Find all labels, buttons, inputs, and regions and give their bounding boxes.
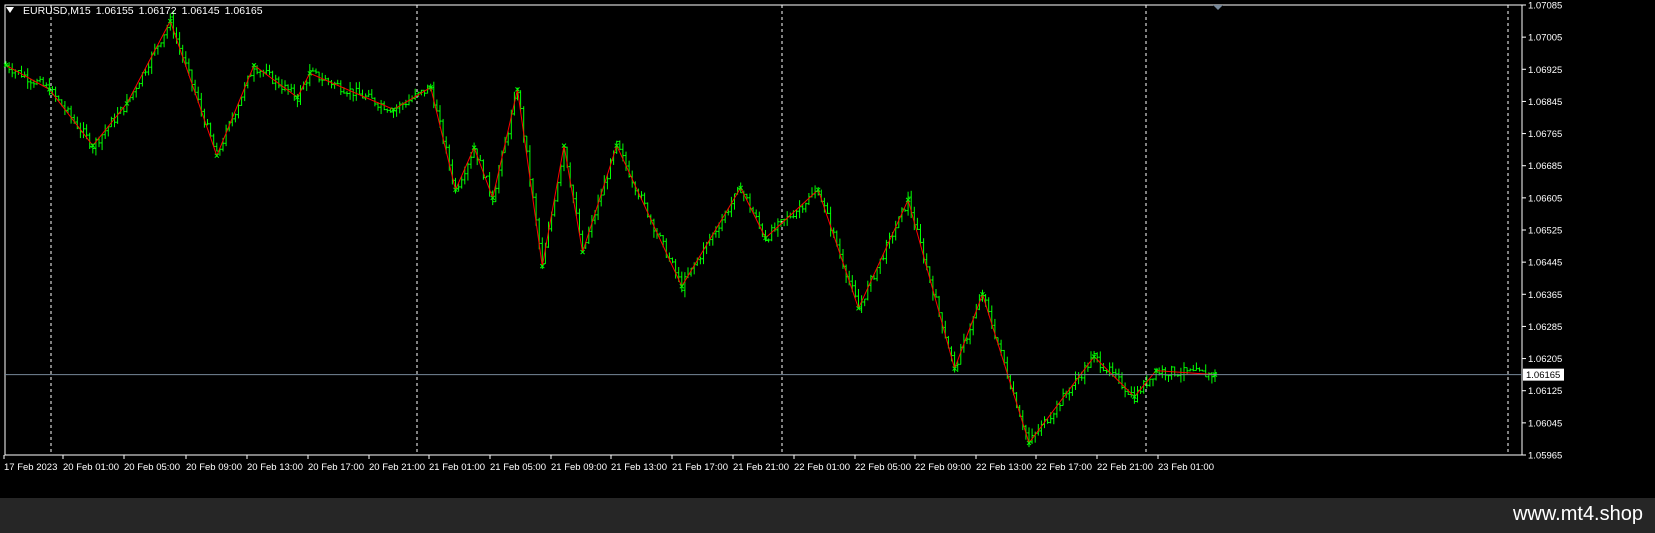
y-axis-label: 1.06285: [1528, 322, 1562, 333]
x-axis-label: 21 Feb 13:00: [611, 462, 667, 473]
ohlc-low: 1.06145: [181, 5, 220, 17]
chart-header: EURUSD,M15 1.06155 1.06172 1.06145 1.06165: [6, 5, 263, 17]
x-axis-label: 20 Feb 21:00: [369, 462, 425, 473]
y-axis-label: 1.06045: [1528, 418, 1562, 429]
y-axis-label: 1.07085: [1528, 1, 1562, 12]
chart-shift-marker[interactable]: [1213, 5, 1223, 10]
x-axis-label: 20 Feb 01:00: [63, 462, 119, 473]
chart-canvas[interactable]: 1.07085 1.07005 1.06925 1.06845 1.06765 1.066…: [0, 0, 1655, 498]
x-axis-label: 22 Feb 05:00: [855, 462, 911, 473]
x-axis-label: 21 Feb 09:00: [551, 462, 607, 473]
y-axis-label: 1.06845: [1528, 97, 1562, 108]
ohlc-high: 1.06172: [138, 5, 177, 17]
price-chart[interactable]: 1.07085 1.07005 1.06925 1.06845 1.06765 1.066…: [0, 0, 1655, 498]
ohlc-open: 1.06155: [95, 5, 134, 17]
y-axis-label: 1.06765: [1528, 129, 1562, 140]
current-price-label: 1.06165: [1526, 370, 1560, 381]
x-axis-label: 22 Feb 13:00: [976, 462, 1032, 473]
y-axis-label: 1.06125: [1528, 386, 1562, 397]
x-axis-label: 22 Feb 17:00: [1036, 462, 1092, 473]
x-axis-label: 20 Feb 13:00: [247, 462, 303, 473]
y-axis-label: 1.06685: [1528, 161, 1562, 172]
watermark: www.mt4.shop: [1512, 503, 1643, 525]
x-axis-label: 21 Feb 21:00: [733, 462, 789, 473]
footer-bar: www.mt4.shop: [0, 498, 1655, 533]
x-axis-label: 21 Feb 17:00: [672, 462, 728, 473]
x-axis-label: 17 Feb 2023: [4, 462, 57, 473]
y-axis-label: 1.07005: [1528, 33, 1562, 44]
y-axis-label: 1.06525: [1528, 226, 1562, 237]
x-axis-label: 20 Feb 09:00: [186, 462, 242, 473]
y-axis-label: 1.06925: [1528, 65, 1562, 76]
triangle-down-icon[interactable]: [6, 7, 14, 13]
x-axis-label: 23 Feb 01:00: [1158, 462, 1214, 473]
plot-frame: [4, 4, 1523, 456]
y-axis-label: 1.06605: [1528, 193, 1562, 204]
y-axis-label: 1.05965: [1528, 451, 1562, 462]
zigzag-line: [5, 19, 1216, 444]
x-axis-label: 21 Feb 01:00: [429, 462, 485, 473]
x-axis-label: 20 Feb 05:00: [124, 462, 180, 473]
x-axis-label: 22 Feb 01:00: [794, 462, 850, 473]
x-axis-label: 22 Feb 21:00: [1097, 462, 1153, 473]
y-axis-label: 1.06365: [1528, 290, 1562, 301]
x-axis-label: 22 Feb 09:00: [915, 462, 971, 473]
y-axis-label: 1.06445: [1528, 258, 1562, 269]
symbol-label: EURUSD,M15: [23, 5, 91, 17]
y-axis-label: 1.06205: [1528, 354, 1562, 365]
ohlc-close: 1.06165: [224, 5, 263, 17]
price-bars: [4, 10, 1217, 448]
x-axis-label: 20 Feb 17:00: [308, 462, 364, 473]
x-axis-label: 21 Feb 05:00: [490, 462, 546, 473]
